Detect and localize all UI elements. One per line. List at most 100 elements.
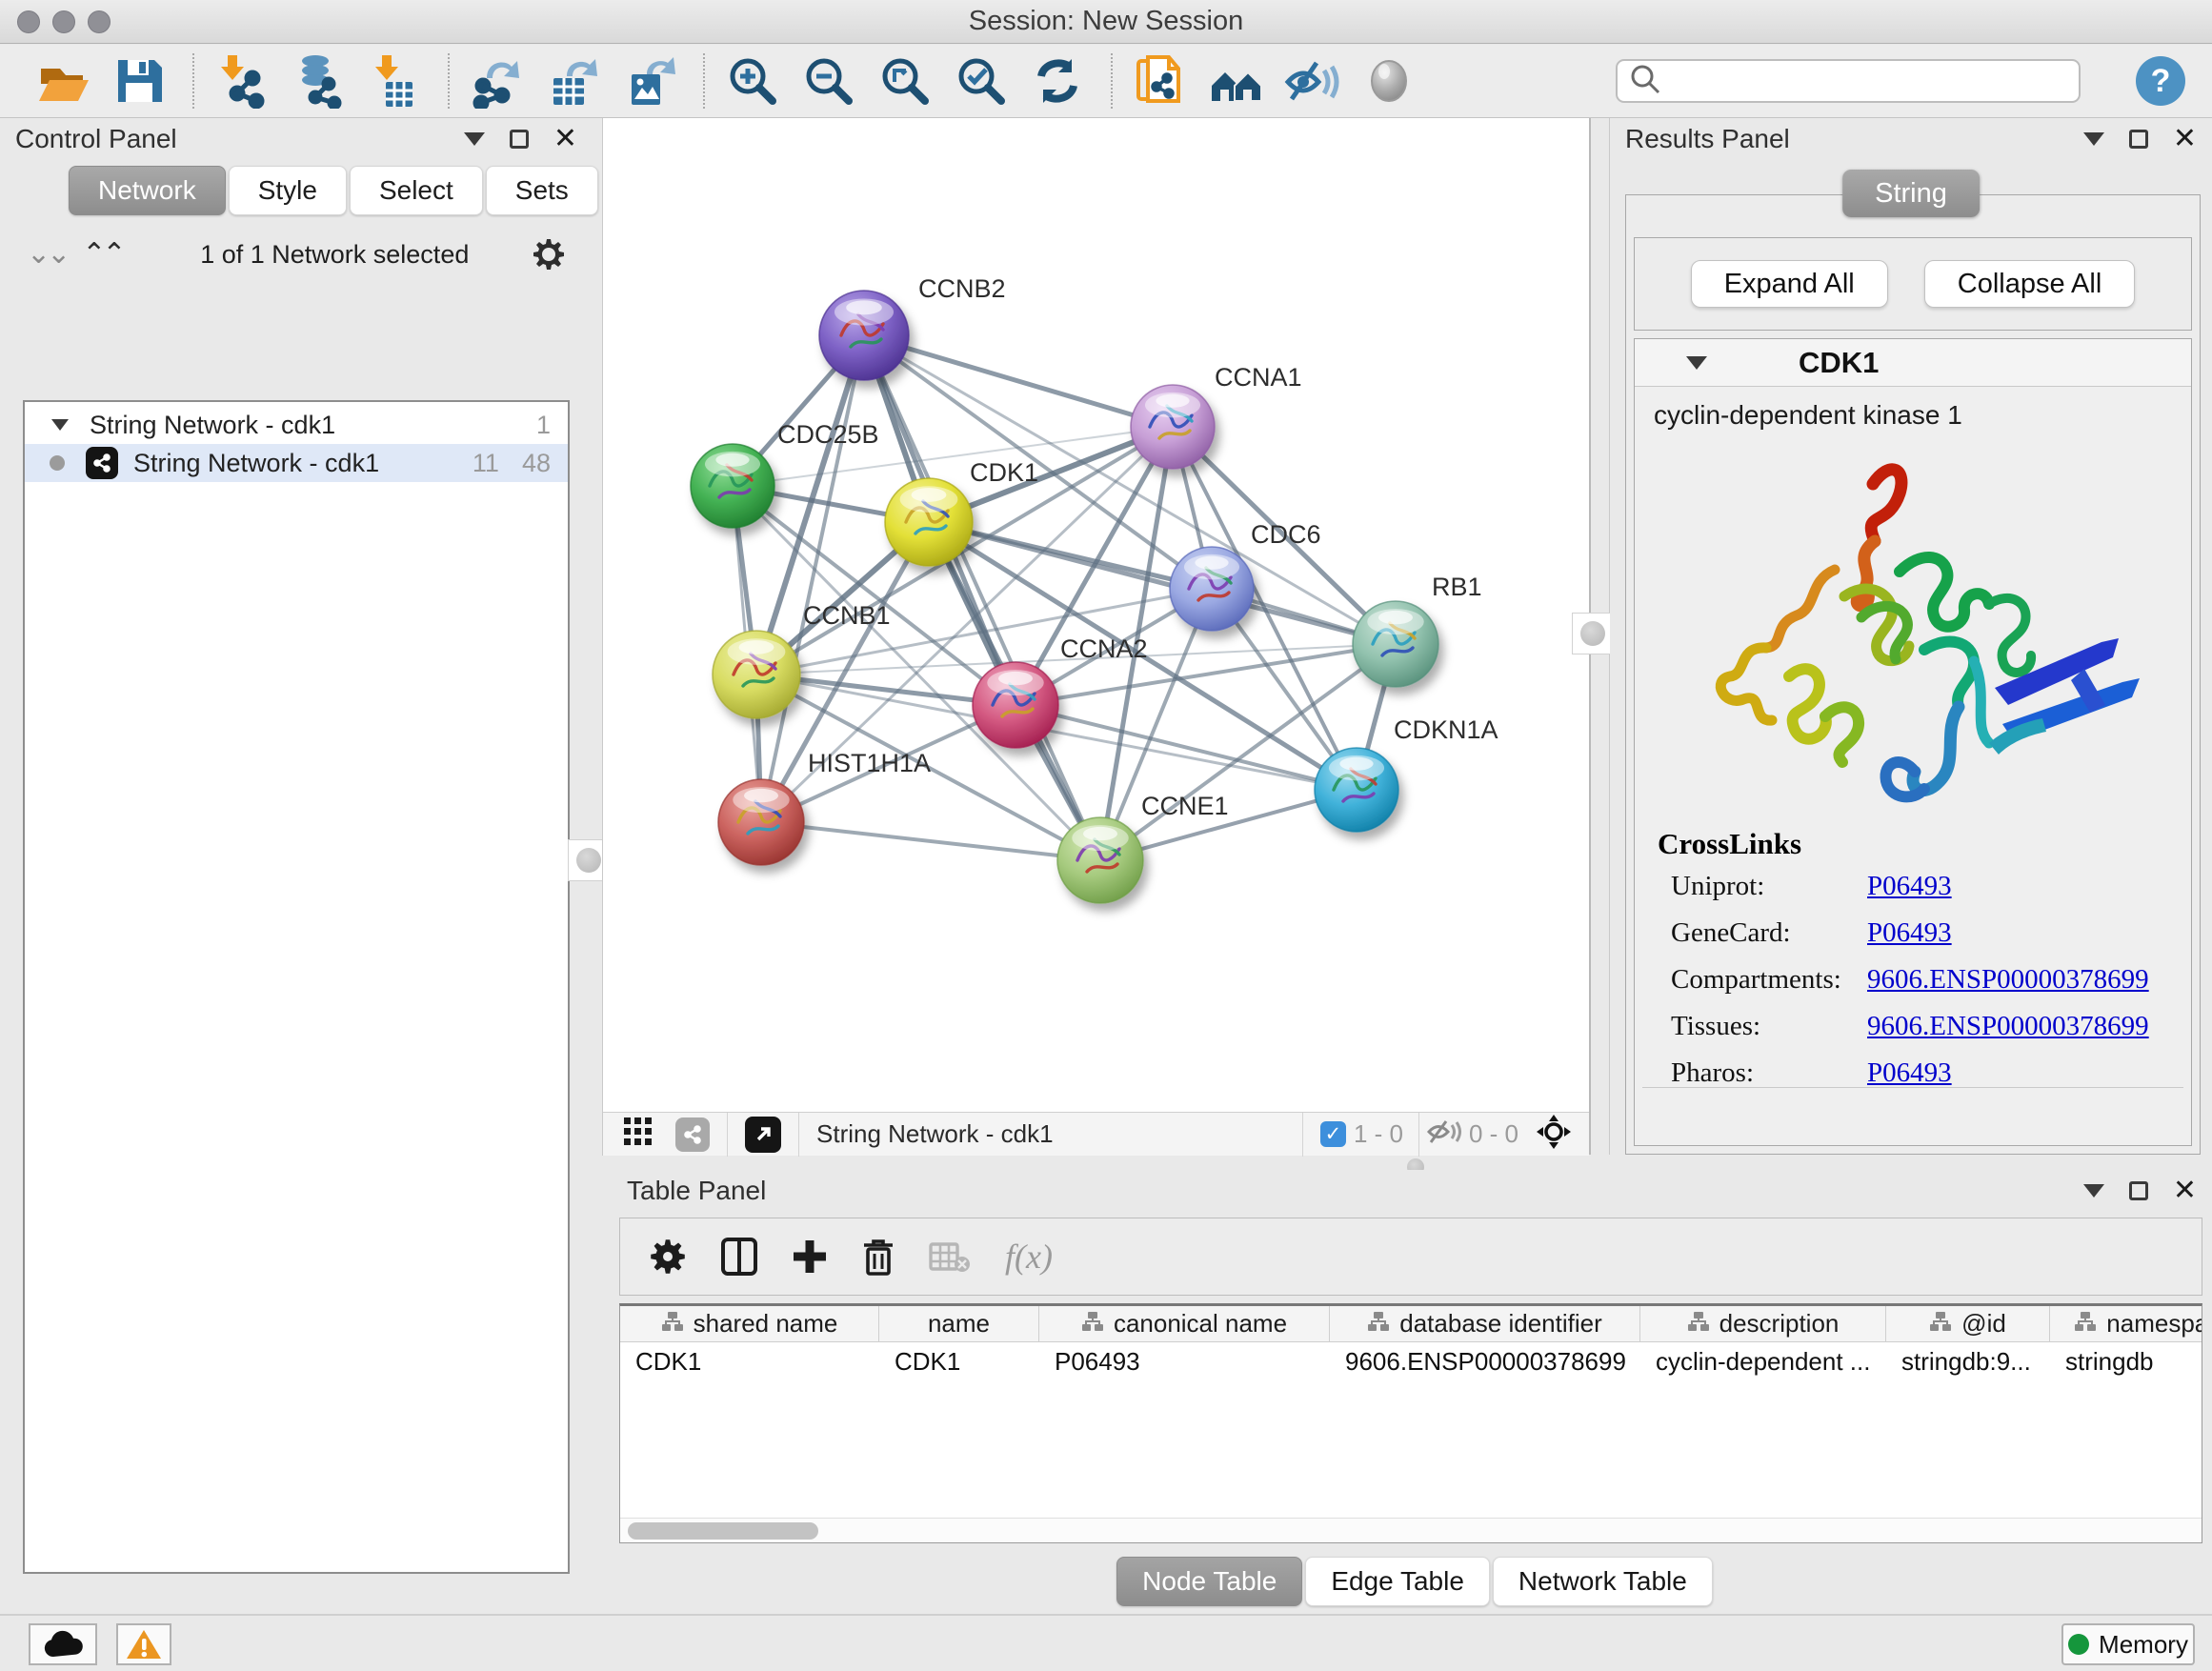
export-table-button[interactable] <box>543 50 604 111</box>
network-edge[interactable] <box>929 522 1396 644</box>
crosslink-link[interactable]: 9606.ENSP00000378699 <box>1867 964 2149 996</box>
network-node-CDC6[interactable] <box>1170 547 1254 631</box>
search-input[interactable] <box>1616 59 2081 103</box>
birdseye-grid-icon[interactable] <box>624 1117 653 1151</box>
tab-sets[interactable]: Sets <box>486 166 598 215</box>
network-node-RB1[interactable] <box>1353 601 1438 687</box>
table-cell[interactable]: CDK1 <box>879 1342 1039 1380</box>
table-hscrollbar[interactable] <box>620 1518 2202 1542</box>
column-header-database-identifier[interactable]: database identifier <box>1330 1306 1640 1341</box>
panel-close-icon[interactable]: ✕ <box>553 125 577 153</box>
export-network-button[interactable] <box>467 50 528 111</box>
panel-close-icon[interactable]: ✕ <box>2173 1177 2197 1205</box>
delete-column-icon[interactable] <box>862 1238 895 1276</box>
collapse-all-networks-icon[interactable]: ⌄⌄ <box>27 240 67 269</box>
detach-view-icon[interactable] <box>745 1117 781 1153</box>
expand-all-button[interactable]: Expand All <box>1691 260 1888 308</box>
export-image-button[interactable] <box>619 50 680 111</box>
network-node-CCNE1[interactable] <box>1057 817 1143 903</box>
zoom-selected-button[interactable] <box>951 50 1012 111</box>
share-document-button[interactable] <box>1130 50 1191 111</box>
zoom-out-button[interactable] <box>798 50 859 111</box>
panel-menu-icon[interactable] <box>2083 132 2104 146</box>
network-edge[interactable] <box>864 335 1173 427</box>
crosslink-link[interactable]: 9606.ENSP00000378699 <box>1867 1011 2149 1042</box>
selected-nodes-checkbox[interactable]: ✓ <box>1320 1121 1346 1147</box>
warnings-button[interactable] <box>116 1623 171 1665</box>
crosslink-link[interactable]: P06493 <box>1867 1057 1952 1089</box>
save-session-button[interactable] <box>109 50 170 111</box>
network-node-CDC25B[interactable] <box>691 444 774 528</box>
tab-edge-table[interactable]: Edge Table <box>1305 1557 1490 1606</box>
column-header-shared-name[interactable]: shared name <box>620 1306 879 1341</box>
eye-slash-icon <box>1284 53 1341 109</box>
network-graph[interactable]: CCNB2CCNA1CDC25BCDK1CDC6RB1CCNB1CCNA2CDK… <box>603 118 1590 1112</box>
network-node-CDKN1A[interactable] <box>1315 748 1398 832</box>
table-cell[interactable]: P06493 <box>1039 1342 1330 1380</box>
table-row[interactable]: CDK1CDK1P064939606.ENSP00000378699cyclin… <box>620 1342 2202 1380</box>
network-node-HIST1H1A[interactable] <box>718 779 804 865</box>
fit-selected-crosshair-icon[interactable] <box>1536 1114 1572 1155</box>
network-row[interactable]: String Network - cdk1 11 48 <box>25 444 568 482</box>
import-database-button[interactable] <box>288 50 349 111</box>
cloud-status-button[interactable] <box>29 1623 97 1665</box>
import-network-button[interactable] <box>211 50 272 111</box>
protein-collapse-icon[interactable] <box>1686 356 1707 370</box>
table-options-gear-icon[interactable] <box>649 1238 687 1276</box>
network-node-CCNA1[interactable] <box>1131 385 1215 469</box>
collection-expand-icon[interactable] <box>51 419 69 431</box>
column-header-description[interactable]: description <box>1640 1306 1886 1341</box>
tab-style[interactable]: Style <box>229 166 347 215</box>
table-cell[interactable]: stringdb <box>2050 1342 2202 1380</box>
network-edge[interactable] <box>761 822 1100 860</box>
help-button[interactable]: ? <box>2136 56 2185 106</box>
panel-menu-icon[interactable] <box>2083 1184 2104 1198</box>
panel-float-icon[interactable] <box>2129 130 2148 149</box>
import-table-button[interactable] <box>364 50 425 111</box>
table-tabs: Node TableEdge TableNetwork Table <box>617 1557 2212 1606</box>
network-node-CCNA2[interactable] <box>973 662 1058 748</box>
table-cell[interactable]: cyclin-dependent ... <box>1640 1342 1886 1380</box>
network-node-CCNB2[interactable] <box>819 291 909 380</box>
crosslink-link[interactable]: P06493 <box>1867 871 1952 902</box>
network-node-CDK1[interactable] <box>885 478 973 566</box>
column-header-canonical-name[interactable]: canonical name <box>1039 1306 1330 1341</box>
show-columns-icon[interactable] <box>721 1238 757 1276</box>
string-view-icon[interactable] <box>675 1117 710 1152</box>
string-results-box: Expand All Collapse All CDK1 cyclin-depe… <box>1625 194 2201 1155</box>
tab-network-table[interactable]: Network Table <box>1493 1557 1713 1606</box>
open-session-button[interactable] <box>32 50 93 111</box>
network-node-CCNB1[interactable] <box>713 631 800 718</box>
network-edge[interactable] <box>864 335 1100 860</box>
column-header-namespace[interactable]: namespace <box>2050 1306 2202 1341</box>
panel-float-icon[interactable] <box>2129 1181 2148 1200</box>
collapse-all-button[interactable]: Collapse All <box>1924 260 2136 308</box>
hide-graphics-details-button[interactable] <box>1282 50 1343 111</box>
network-canvas[interactable]: CCNB2CCNA1CDC25BCDK1CDC6RB1CCNB1CCNA2CDK… <box>602 118 1589 1112</box>
tab-node-table[interactable]: Node Table <box>1116 1557 1302 1606</box>
zoom-fit-button[interactable] <box>875 50 935 111</box>
tab-select[interactable]: Select <box>350 166 483 215</box>
panel-menu-icon[interactable] <box>464 132 485 146</box>
zoom-in-button[interactable] <box>722 50 783 111</box>
crosslink-link[interactable]: P06493 <box>1867 917 1952 949</box>
home-pages-button[interactable] <box>1206 50 1267 111</box>
expand-all-networks-icon[interactable]: ⌃⌃ <box>82 240 122 269</box>
column-header--id[interactable]: @id <box>1886 1306 2050 1341</box>
network-collection-row[interactable]: String Network - cdk1 1 <box>25 406 568 444</box>
table-cell[interactable]: CDK1 <box>620 1342 879 1380</box>
tab-string[interactable]: String <box>1842 170 1980 217</box>
table-cell[interactable]: 9606.ENSP00000378699 <box>1330 1342 1640 1380</box>
right-splitter-handle[interactable] <box>1572 613 1614 654</box>
memory-button[interactable]: Memory <box>2061 1623 2195 1665</box>
show-graphics-details-button[interactable] <box>1358 50 1419 111</box>
table-cell[interactable]: stringdb:9... <box>1886 1342 2050 1380</box>
tab-network[interactable]: Network <box>69 166 226 215</box>
hidden-eye-icon[interactable] <box>1427 1117 1461 1151</box>
column-header-name[interactable]: name <box>879 1306 1039 1341</box>
refresh-button[interactable] <box>1027 50 1088 111</box>
panel-float-icon[interactable] <box>510 130 529 149</box>
panel-close-icon[interactable]: ✕ <box>2173 125 2197 153</box>
add-column-icon[interactable] <box>792 1238 828 1275</box>
network-options-gear-icon[interactable] <box>532 237 566 272</box>
